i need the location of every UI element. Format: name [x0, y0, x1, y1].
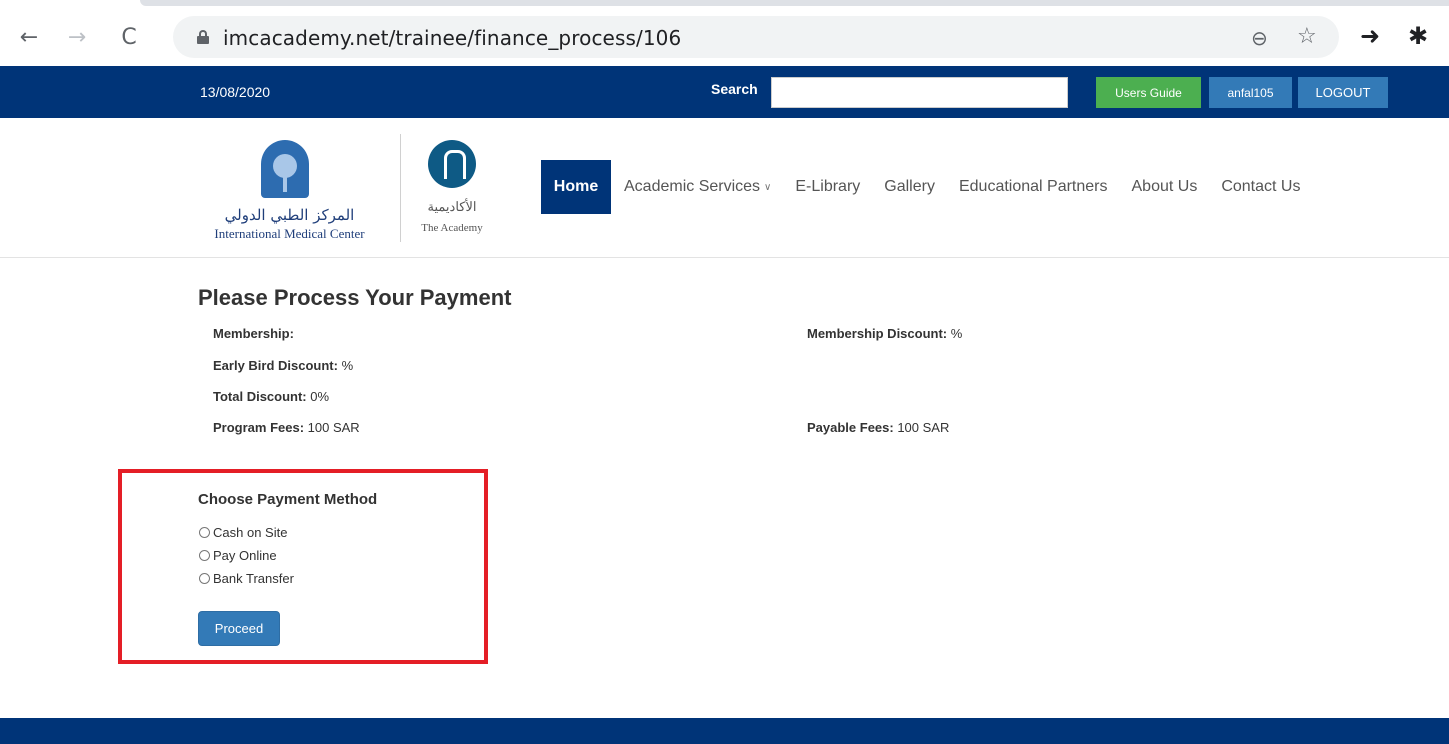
academy-arabic-name: الأكاديمية	[427, 200, 477, 215]
early-bird-label: Early Bird Discount:	[213, 358, 338, 373]
imc-arabic-name: المركز الطبي الدولي	[224, 206, 355, 224]
program-fees-label: Program Fees:	[213, 420, 305, 435]
nav-academic-services-label: Academic Services	[624, 178, 761, 195]
site-footer	[0, 718, 1449, 744]
membership-label: Membership:	[213, 326, 294, 341]
payment-option-online[interactable]: Pay Online	[199, 548, 277, 563]
total-discount-value: 0%	[306, 389, 330, 404]
membership-discount-value: %	[947, 326, 963, 341]
radio-cash[interactable]	[199, 527, 210, 538]
payment-option-bank[interactable]: Bank Transfer	[199, 571, 294, 586]
program-fees-field: Program Fees: 100 SAR	[213, 420, 360, 435]
nav-educational-partners[interactable]: Educational Partners	[959, 178, 1108, 196]
nav-gallery[interactable]: Gallery	[884, 178, 935, 196]
payment-option-cash[interactable]: Cash on Site	[199, 525, 287, 540]
browser-toolbar: ← → C imcacademy.net/trainee/finance_pro…	[0, 0, 1449, 74]
total-discount-label: Total Discount:	[213, 389, 307, 404]
membership-discount-label: Membership Discount:	[807, 326, 948, 341]
total-discount-field: Total Discount: 0%	[213, 389, 329, 404]
nav-elibrary[interactable]: E-Library	[795, 178, 860, 196]
page-title: Please Process Your Payment	[198, 285, 512, 310]
payment-method-title: Choose Payment Method	[198, 491, 378, 508]
nav-about-us[interactable]: About Us	[1132, 178, 1198, 196]
username-button[interactable]: anfal105	[1209, 77, 1292, 108]
nav-home[interactable]: Home	[541, 160, 611, 214]
radio-online[interactable]	[199, 550, 210, 561]
imc-logo[interactable]: المركز الطبي الدولي International Medica…	[197, 136, 382, 241]
zoom-icon[interactable]: ⊖	[1251, 26, 1268, 50]
back-arrow-icon[interactable]: ←	[14, 22, 44, 52]
forward-arrow-icon[interactable]: →	[62, 22, 92, 52]
address-bar[interactable]: imcacademy.net/trainee/finance_process/1…	[173, 16, 1339, 58]
star-icon[interactable]: ☆	[1297, 24, 1317, 49]
logo-divider	[400, 134, 401, 242]
current-date: 13/08/2020	[200, 84, 271, 100]
site-top-bar: 13/08/2020 Search Users Guide anfal105 L…	[0, 66, 1449, 118]
url-text[interactable]: imcacademy.net/trainee/finance_process/1…	[223, 26, 681, 50]
users-guide-button[interactable]: Users Guide	[1096, 77, 1201, 108]
payable-fees-label: Payable Fees:	[807, 420, 894, 435]
extensions-icon[interactable]: ✱	[1408, 22, 1428, 50]
membership-field: Membership:	[213, 326, 294, 341]
share-icon[interactable]: ➜	[1360, 22, 1380, 50]
main-navigation: Home Academic Services ∨ E-Library Galle…	[541, 160, 1300, 214]
payment-option-cash-label: Cash on Site	[213, 525, 288, 540]
imc-emblem-icon	[261, 140, 309, 198]
proceed-button[interactable]: Proceed	[198, 611, 280, 646]
search-label: Search	[711, 81, 758, 97]
early-bird-value: %	[337, 358, 354, 373]
payable-fees-field: Payable Fees: 100 SAR	[807, 420, 949, 435]
imc-english-name: International Medical Center	[214, 226, 365, 241]
nav-academic-services[interactable]: Academic Services ∨	[624, 178, 771, 196]
lock-icon[interactable]	[197, 30, 209, 44]
tab-strip	[140, 0, 1449, 6]
nav-contact-us[interactable]: Contact Us	[1221, 178, 1300, 196]
payment-option-online-label: Pay Online	[213, 548, 277, 563]
membership-discount-field: Membership Discount: %	[807, 326, 962, 341]
academy-logo[interactable]: الأكاديمية The Academy	[414, 140, 494, 240]
search-input[interactable]	[771, 77, 1068, 108]
payment-option-bank-label: Bank Transfer	[213, 571, 294, 586]
academy-emblem-icon	[428, 140, 476, 188]
payable-fees-value: 100 SAR	[893, 420, 950, 435]
logout-button[interactable]: LOGOUT	[1298, 77, 1388, 108]
early-bird-field: Early Bird Discount: %	[213, 358, 353, 373]
radio-bank[interactable]	[199, 573, 210, 584]
chevron-down-icon: ∨	[764, 181, 772, 193]
academy-english-name: The Academy	[421, 222, 483, 234]
reload-icon[interactable]: C	[114, 22, 144, 52]
site-header: المركز الطبي الدولي International Medica…	[0, 118, 1449, 258]
program-fees-value: 100 SAR	[304, 420, 360, 435]
